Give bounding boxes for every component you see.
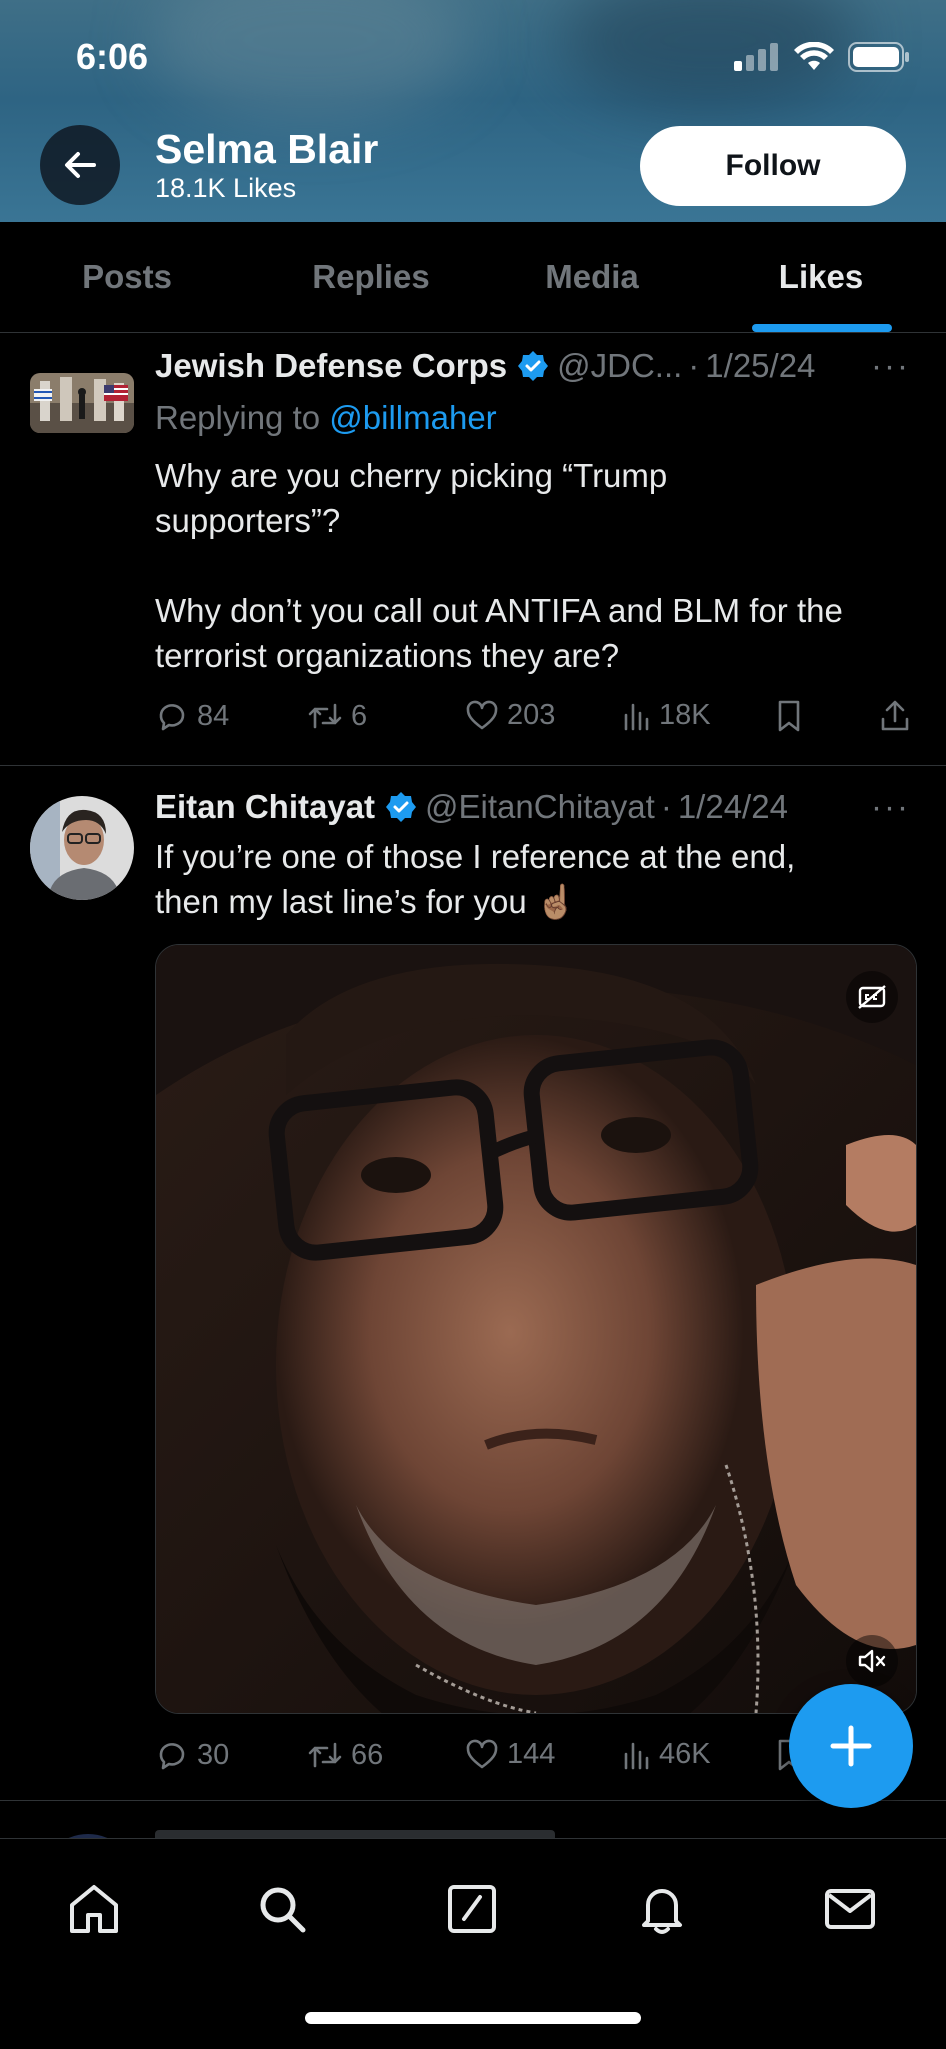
tweet-date: 1/25/24 — [705, 347, 816, 384]
separator-dot: · — [688, 347, 700, 384]
follow-button[interactable]: Follow — [640, 126, 906, 206]
like-button[interactable]: 144 — [465, 1738, 555, 1771]
repost-button[interactable]: 6 — [307, 699, 367, 733]
tweet-text-content: If you’re one of those I reference at th… — [155, 838, 796, 920]
profile-header: 6:06 Selma Blair 18.1K Likes Follow — [0, 0, 946, 222]
nav-home[interactable] — [54, 1869, 134, 1949]
replying-to-link[interactable]: @billmaher — [329, 399, 496, 436]
views-count: 18K — [659, 699, 711, 731]
bookmark-button[interactable] — [775, 699, 803, 733]
plus-icon — [830, 1725, 872, 1767]
battery-icon — [848, 42, 909, 72]
tweet[interactable]: Jewish Defense Corps @JDC... · 1/25/24 ·… — [0, 333, 946, 766]
verified-badge-icon — [517, 350, 549, 382]
video-player[interactable] — [155, 944, 917, 1714]
tweet-text: If you’re one of those I reference at th… — [155, 834, 916, 924]
share-icon — [881, 700, 909, 731]
nav-notifications[interactable] — [622, 1869, 702, 1949]
views-button[interactable]: 18K — [621, 699, 711, 732]
captions-button[interactable] — [846, 971, 898, 1023]
author-handle[interactable]: @JDC... — [557, 347, 682, 385]
bookmark-icon — [778, 700, 800, 732]
more-options-icon[interactable]: ··· — [871, 347, 910, 385]
author-handle[interactable]: @EitanChitayat — [425, 788, 655, 826]
tab-replies[interactable]: Replies — [240, 222, 502, 332]
author-name[interactable]: Eitan Chitayat — [155, 788, 375, 826]
nav-search[interactable] — [242, 1869, 322, 1949]
author-name[interactable]: Jewish Defense Corps — [155, 347, 507, 385]
tweet[interactable]: Eitan Chitayat @EitanChitayat · 1/24/24 … — [0, 766, 946, 1801]
captions-off-icon — [858, 985, 886, 1009]
search-icon — [260, 1887, 306, 1933]
reply-icon — [159, 704, 185, 731]
mail-icon — [825, 1889, 875, 1929]
tab-posts[interactable]: Posts — [0, 222, 254, 332]
back-button[interactable] — [40, 125, 120, 205]
reply-button[interactable]: 30 — [155, 1738, 229, 1772]
tweet-header: Eitan Chitayat @EitanChitayat · 1/24/24 … — [155, 788, 910, 826]
tweet-header: Jewish Defense Corps @JDC... · 1/25/24 ·… — [155, 347, 910, 385]
more-options-icon[interactable]: ··· — [871, 788, 910, 826]
replying-to: Replying to @billmaher — [155, 399, 497, 437]
repost-icon — [308, 703, 342, 729]
views-chart-icon — [624, 703, 649, 730]
profile-tabs: Posts Replies Media Likes — [0, 222, 946, 333]
verified-badge-icon — [385, 791, 417, 823]
status-icons — [734, 42, 910, 72]
nav-compose[interactable] — [432, 1869, 512, 1949]
profile-name: Selma Blair — [155, 126, 379, 172]
reply-button[interactable]: 84 — [155, 699, 229, 733]
like-button[interactable]: 203 — [465, 699, 555, 732]
views-chart-icon — [624, 1742, 649, 1769]
pointing-up-emoji: ☝🏽 — [535, 883, 577, 920]
active-tab-indicator — [752, 324, 892, 332]
separator-dot: · — [660, 788, 672, 825]
tab-media[interactable]: Media — [480, 222, 704, 332]
nav-messages[interactable] — [810, 1869, 890, 1949]
repost-count: 6 — [351, 699, 368, 732]
mute-button[interactable] — [846, 1635, 898, 1687]
share-button[interactable] — [879, 699, 911, 733]
tweet-date: 1/24/24 — [677, 788, 788, 825]
like-count: 144 — [507, 1738, 556, 1770]
heart-icon — [466, 1739, 498, 1768]
reply-count: 84 — [197, 699, 230, 732]
tab-likes[interactable]: Likes — [712, 222, 930, 332]
compose-icon — [448, 1885, 496, 1933]
replying-to-label: Replying to — [155, 399, 321, 436]
like-count: 203 — [507, 699, 556, 731]
home-icon — [70, 1885, 118, 1933]
repost-button[interactable]: 66 — [307, 1738, 383, 1772]
next-tweet-peek — [0, 1800, 946, 1840]
repost-count: 66 — [351, 1738, 384, 1771]
tweet-actions: 84 6 203 18K — [155, 699, 910, 743]
avatar[interactable] — [30, 796, 134, 900]
speaker-muted-icon — [858, 1649, 886, 1673]
heart-icon — [466, 700, 498, 729]
cellular-signal-icon — [734, 43, 778, 71]
video-thumbnail — [156, 945, 916, 1713]
arrow-left-icon — [65, 152, 96, 178]
repost-icon — [308, 1742, 342, 1768]
views-button[interactable]: 46K — [621, 1738, 711, 1771]
bell-icon — [642, 1889, 682, 1934]
profile-likes-count: 18.1K Likes — [155, 173, 297, 203]
wifi-icon — [794, 42, 834, 70]
home-indicator — [305, 2012, 641, 2024]
views-count: 46K — [659, 1738, 711, 1770]
tweet-text: Why are you cherry picking “Trump suppor… — [155, 457, 843, 674]
avatar[interactable] — [30, 373, 134, 433]
compose-fab-button[interactable] — [789, 1684, 913, 1808]
reply-count: 30 — [197, 1738, 230, 1771]
status-time: 6:06 — [76, 36, 149, 77]
reply-icon — [159, 1743, 185, 1770]
